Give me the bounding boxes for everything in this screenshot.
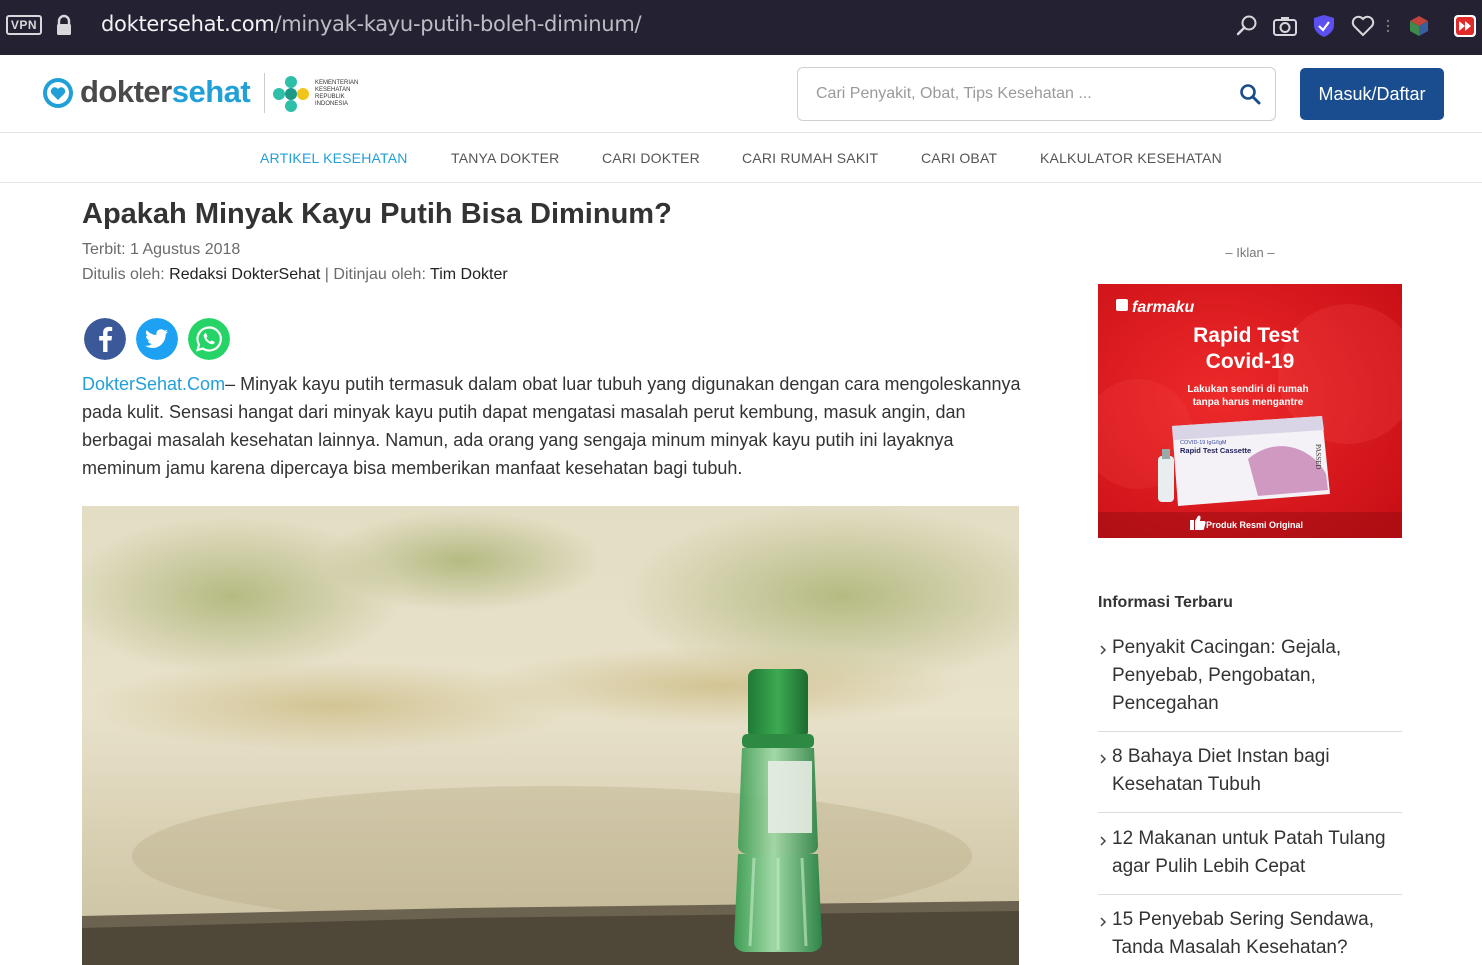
search-page-icon[interactable] [1234, 13, 1260, 39]
site-header: doktersehat KEMENTERIAN KESEHATAN REPUBL… [0, 55, 1482, 133]
article-publish-date: Terbit: 1 Agustus 2018 [82, 241, 241, 258]
article-byline: Ditulis oleh: Redaksi DokterSehat | Diti… [82, 266, 508, 284]
article-title: Apakah Minyak Kayu Putih Bisa Diminum? [82, 198, 672, 230]
reviewer-link[interactable]: Tim Dokter [430, 266, 508, 283]
logo-text-dokter: dokter [80, 74, 172, 109]
logo-divider [264, 73, 265, 113]
article-hero-image [82, 506, 1019, 965]
written-by-label: Ditulis oleh: [82, 266, 165, 283]
nav-item-cari-dokter[interactable]: CARI DOKTER [602, 150, 700, 166]
login-register-button[interactable]: Masuk/Daftar [1300, 68, 1444, 120]
ad-passed-stamp: PASSED [1314, 444, 1322, 469]
ad-headline-2: Covid-19 [1206, 350, 1295, 373]
nav-item-cari-obat[interactable]: CARI OBAT [921, 150, 997, 166]
latest-info-item[interactable]: 12 Makanan untuk Patah Tulang agar Pulih… [1098, 825, 1402, 895]
chevron-right-icon [1100, 917, 1107, 927]
lock-icon[interactable] [55, 14, 73, 36]
nav-item-cari-rumah-sakit[interactable]: CARI RUMAH SAKIT [742, 150, 878, 166]
latest-info-heading: Informasi Terbaru [1098, 594, 1233, 611]
nav-item-kalkulator-kesehatan[interactable]: KALKULATOR KESEHATAN [1040, 150, 1222, 166]
farmaku-ad-banner[interactable]: farmaku Rapid Test Covid-19 Lakukan send… [1098, 284, 1402, 538]
address-bar[interactable]: doktersehat.com/minyak-kayu-putih-boleh-… [101, 12, 642, 36]
ad-footer-text: Produk Resmi Original [1206, 520, 1303, 530]
byline-separator: | [320, 266, 334, 283]
doktersehat-logo-icon[interactable] [42, 77, 74, 109]
latest-info-item[interactable]: 8 Bahaya Diet Instan bagi Kesehatan Tubu… [1098, 743, 1402, 813]
latest-info-link[interactable]: 8 Bahaya Diet Instan bagi Kesehatan Tubu… [1112, 743, 1402, 799]
ad-subline-2: tanpa harus mengantre [1193, 397, 1304, 408]
vpn-badge[interactable]: VPN [6, 15, 42, 35]
ad-headline-1: Rapid Test [1193, 324, 1299, 347]
latest-info-link[interactable]: 12 Makanan untuk Patah Tulang agar Pulih… [1112, 825, 1402, 881]
shield-icon[interactable] [1311, 13, 1337, 39]
url-domain: doktersehat.com [101, 12, 275, 36]
latest-info-link[interactable]: Penyakit Cacingan: Gejala, Penyebab, Pen… [1112, 634, 1402, 718]
ad-subline-1: Lakukan sendiri di rumah [1187, 384, 1308, 395]
ad-product-line-2: Rapid Test Cassette [1180, 446, 1251, 455]
chevron-right-icon [1100, 836, 1107, 846]
latest-info-item[interactable]: Penyakit Cacingan: Gejala, Penyebab, Pen… [1098, 634, 1402, 732]
search-box[interactable] [797, 67, 1276, 121]
camera-icon[interactable] [1272, 13, 1298, 39]
nav-item-tanya-dokter[interactable]: TANYA DOKTER [451, 150, 559, 166]
site-logo[interactable]: doktersehat [80, 74, 251, 110]
latest-info-item[interactable]: 15 Penyebab Sering Sendawa, Tanda Masala… [1098, 906, 1402, 965]
search-input[interactable] [816, 82, 1226, 106]
chevron-right-icon [1100, 645, 1107, 655]
twitter-icon[interactable] [136, 318, 178, 360]
chevron-right-icon [1100, 754, 1107, 764]
main-nav: ARTIKEL KESEHATAN TANYA DOKTER CARI DOKT… [0, 133, 1482, 183]
kemenkes-logo-icon [273, 76, 309, 112]
extension-fastforward-icon[interactable] [1452, 13, 1478, 39]
browser-toolbar: VPN doktersehat.com/minyak-kayu-putih-bo… [0, 0, 1482, 55]
latest-info-link[interactable]: 15 Penyebab Sering Sendawa, Tanda Masala… [1112, 906, 1402, 962]
extension-cube-icon[interactable] [1406, 13, 1432, 39]
ad-brand: farmaku [1132, 299, 1194, 316]
ad-label: – Iklan – [1225, 245, 1275, 260]
logo-text-sehat: sehat [171, 74, 251, 109]
facebook-icon[interactable] [84, 318, 126, 360]
nav-item-artikel-kesehatan[interactable]: ARTIKEL KESEHATAN [260, 150, 408, 166]
whatsapp-icon[interactable] [188, 318, 230, 360]
search-icon[interactable] [1239, 83, 1261, 105]
source-link[interactable]: DokterSehat.Com [82, 374, 225, 394]
article-lead-paragraph: DokterSehat.Com– Minyak kayu putih terma… [82, 370, 1027, 482]
url-path: /minyak-kayu-putih-boleh-diminum/ [274, 12, 642, 36]
heart-icon[interactable] [1350, 13, 1376, 39]
kemenkes-logo-text: KEMENTERIAN KESEHATAN REPUBLIK INDONESIA [315, 80, 359, 107]
author-link[interactable]: Redaksi DokterSehat [169, 266, 320, 283]
separator-icon [1386, 19, 1390, 33]
reviewed-by-label: Ditinjau oleh: [333, 266, 426, 283]
